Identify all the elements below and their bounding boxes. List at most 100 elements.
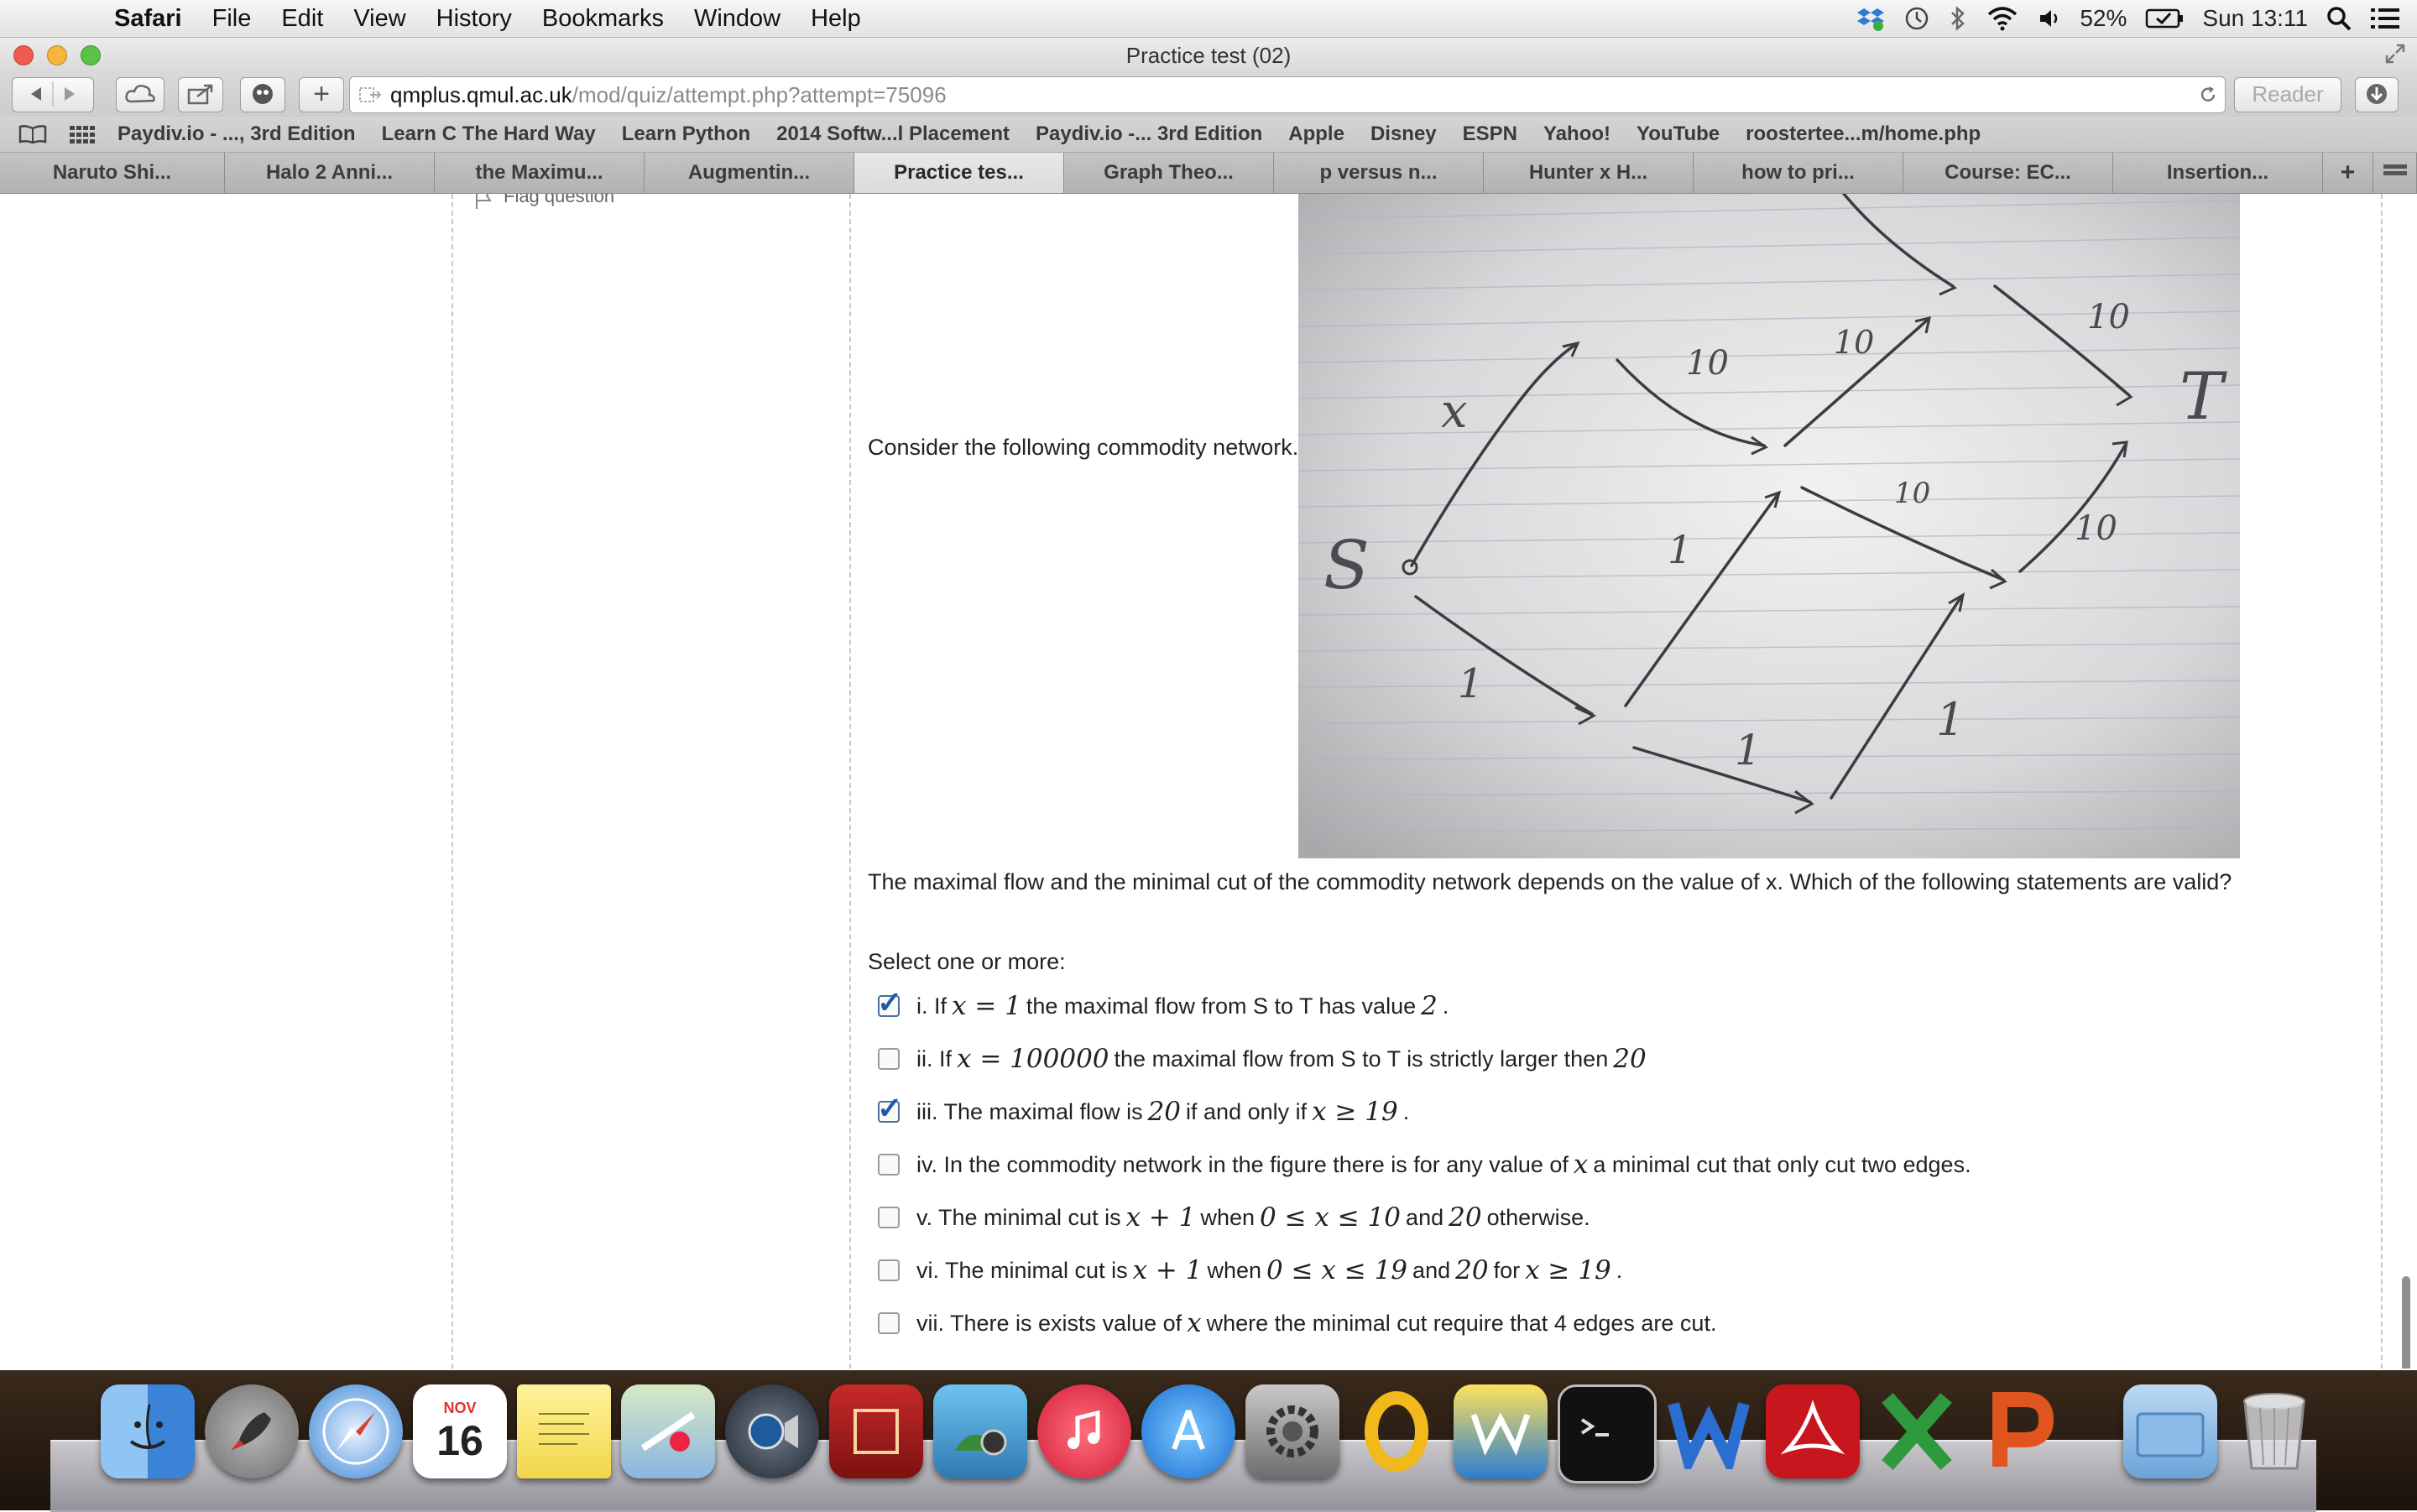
calendar-icon[interactable]: NOV 16 xyxy=(413,1384,507,1478)
top-sites-icon[interactable] xyxy=(69,124,96,144)
back-forward-buttons[interactable] xyxy=(12,77,94,112)
itunes-icon[interactable] xyxy=(1037,1384,1131,1478)
word-icon[interactable] xyxy=(1662,1384,1756,1478)
answer-option[interactable]: v. The minimal cut is x + 1 when 0 ≤ x ≤… xyxy=(878,1202,1590,1233)
node-label-t: T xyxy=(2179,359,2227,435)
maps-icon[interactable] xyxy=(621,1384,715,1478)
bookmark-item[interactable]: 2014 Softw...l Placement xyxy=(776,123,1010,146)
photo-booth-icon[interactable] xyxy=(829,1384,923,1478)
bookmark-item[interactable]: Learn C The Hard Way xyxy=(382,123,596,146)
notification-center-icon[interactable] xyxy=(2370,6,2400,31)
reading-list-icon[interactable] xyxy=(18,124,47,144)
bookmark-item[interactable]: YouTube xyxy=(1637,123,1720,146)
option-math: 20 xyxy=(1455,1255,1489,1285)
wifi-icon[interactable] xyxy=(1986,6,2019,31)
answer-checkbox[interactable] xyxy=(878,1207,900,1228)
trash-icon[interactable] xyxy=(2227,1384,2321,1478)
answer-checkbox[interactable]: ✓ xyxy=(877,1091,902,1125)
answer-option[interactable]: vi. The minimal cut is x + 1 when 0 ≤ x … xyxy=(878,1255,1622,1285)
download-icon xyxy=(2367,84,2387,104)
answer-option[interactable]: ✓ iii. The maximal flow is 20 if and onl… xyxy=(877,1091,1409,1127)
flag-question-link[interactable]: Flag question xyxy=(476,194,614,209)
answer-checkbox[interactable] xyxy=(878,1154,900,1176)
applications-folder-icon[interactable] xyxy=(2123,1384,2217,1478)
tab[interactable]: Insertion... xyxy=(2113,153,2323,193)
system-preferences-icon[interactable] xyxy=(1245,1384,1339,1478)
bookmark-item[interactable]: Apple xyxy=(1288,123,1344,146)
menu-bookmarks[interactable]: Bookmarks xyxy=(542,5,664,33)
terminal-icon[interactable] xyxy=(1558,1384,1657,1483)
bluetooth-icon[interactable] xyxy=(1949,5,1967,32)
answer-checkbox[interactable] xyxy=(878,1048,900,1070)
volume-icon[interactable] xyxy=(2038,7,2061,30)
bookmark-item[interactable]: Paydiv.io -... 3rd Edition xyxy=(1036,123,1262,146)
answer-option[interactable]: vii. There is exists value of x where th… xyxy=(878,1308,1716,1338)
share-button[interactable] xyxy=(178,77,223,112)
menu-view[interactable]: View xyxy=(353,5,405,33)
iphoto-icon[interactable] xyxy=(933,1384,1027,1478)
bookmark-item[interactable]: Paydiv.io - ..., 3rd Edition xyxy=(117,123,356,146)
wunderlist-icon[interactable] xyxy=(1454,1384,1548,1478)
safari-icon[interactable] xyxy=(309,1384,403,1478)
tab[interactable]: how to pri... xyxy=(1694,153,1903,193)
tab[interactable]: Augmentin... xyxy=(645,153,854,193)
menu-history[interactable]: History xyxy=(436,5,512,33)
dropbox-icon[interactable] xyxy=(1856,6,1885,31)
answer-option[interactable]: iv. In the commodity network in the figu… xyxy=(878,1150,1971,1180)
stickies-icon[interactable] xyxy=(517,1384,611,1478)
option-text: for xyxy=(1493,1257,1521,1283)
bookmark-item[interactable]: ESPN xyxy=(1463,123,1517,146)
outlook-icon[interactable] xyxy=(1349,1384,1443,1478)
menu-help[interactable]: Help xyxy=(811,5,861,33)
answer-checkbox[interactable]: ✓ xyxy=(877,985,902,1019)
answer-option[interactable]: ✓ i. If x = 1 the maximal flow from S to… xyxy=(877,985,1449,1021)
spotlight-search-icon[interactable] xyxy=(2326,6,2352,31)
ghostery-extension-button[interactable] xyxy=(240,77,285,112)
question-text: The maximal flow and the minimal cut of … xyxy=(868,869,2232,894)
vertical-scrollbar[interactable] xyxy=(2402,1276,2410,1369)
answer-checkbox[interactable] xyxy=(878,1259,900,1281)
edge-label: 1 xyxy=(1668,527,1692,572)
option-math: x ≥ 19 xyxy=(1312,1097,1398,1127)
powerpoint-icon[interactable] xyxy=(1974,1384,2068,1478)
option-text: otherwise. xyxy=(1486,1204,1590,1230)
tab[interactable]: Course: EC... xyxy=(1903,153,2113,193)
facetime-icon[interactable] xyxy=(725,1384,819,1478)
menu-window[interactable]: Window xyxy=(694,5,780,33)
adobe-reader-icon[interactable] xyxy=(1766,1384,1860,1478)
address-bar[interactable]: qmplus.qmul.ac.uk/mod/quiz/attempt.php?a… xyxy=(349,76,2226,113)
tab[interactable]: p versus n... xyxy=(1274,153,1484,193)
bookmark-item[interactable]: roostertee...m/home.php xyxy=(1746,123,1981,146)
answer-checkbox[interactable] xyxy=(878,1312,900,1334)
tab[interactable]: the Maximu... xyxy=(435,153,645,193)
bookmark-item[interactable]: Disney xyxy=(1370,123,1437,146)
menu-app-name[interactable]: Safari xyxy=(114,5,182,33)
quiz-page: Flag question Consider the following com… xyxy=(0,194,2417,1369)
launchpad-icon[interactable] xyxy=(205,1384,299,1478)
apple-menu-icon[interactable] xyxy=(32,6,74,31)
tab-overview-button[interactable] xyxy=(2373,153,2417,193)
app-store-icon[interactable] xyxy=(1141,1384,1235,1478)
bookmark-item[interactable]: Yahoo! xyxy=(1543,123,1610,146)
excel-icon[interactable] xyxy=(1870,1384,1964,1478)
menu-file[interactable]: File xyxy=(212,5,252,33)
tab[interactable]: Graph Theo... xyxy=(1064,153,1274,193)
menu-edit[interactable]: Edit xyxy=(281,5,323,33)
bookmark-item[interactable]: Learn Python xyxy=(622,123,750,146)
battery-icon[interactable] xyxy=(2145,8,2184,29)
icloud-tabs-button[interactable] xyxy=(116,77,164,112)
tab[interactable]: Hunter x H... xyxy=(1484,153,1694,193)
downloads-button[interactable] xyxy=(2355,77,2399,112)
menubar-clock[interactable]: Sun 13:11 xyxy=(2202,5,2308,32)
finder-icon[interactable] xyxy=(101,1384,195,1478)
tab[interactable]: Naruto Shi... xyxy=(0,153,225,193)
new-tab-plus-button[interactable]: + xyxy=(2323,153,2373,193)
fullscreen-icon[interactable] xyxy=(2383,42,2407,65)
reader-button[interactable]: Reader xyxy=(2234,77,2341,112)
tab-active[interactable]: Practice tes... xyxy=(854,153,1064,193)
reload-icon[interactable] xyxy=(2198,85,2218,105)
time-machine-icon[interactable] xyxy=(1903,5,1930,32)
new-tab-button[interactable]: + xyxy=(299,77,344,112)
tab[interactable]: Halo 2 Anni... xyxy=(225,153,435,193)
answer-option[interactable]: ii. If x = 100000 the maximal flow from … xyxy=(878,1044,1652,1074)
